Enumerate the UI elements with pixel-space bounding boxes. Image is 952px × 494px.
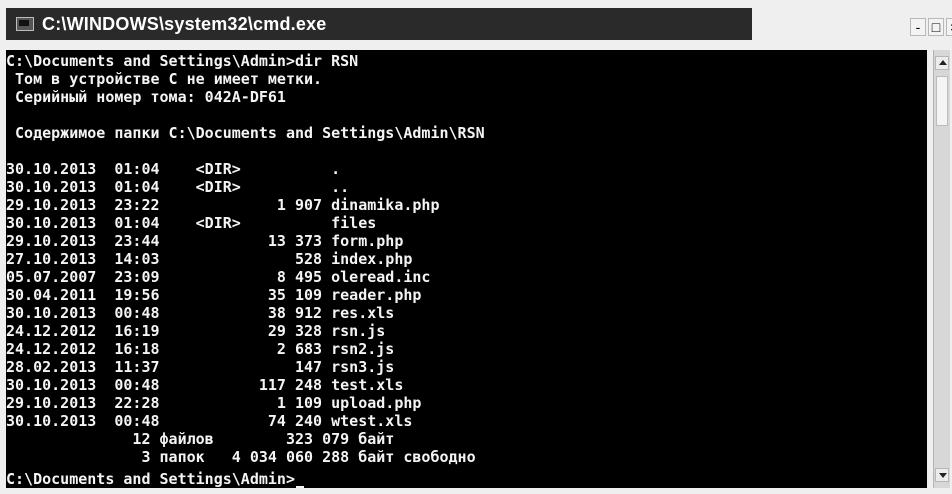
close-button[interactable]: × [946, 18, 952, 36]
file-row: 29.10.2013 23:22 1 907 dinamika.php [6, 196, 440, 214]
file-row: 30.10.2013 00:48 117 248 test.xls [6, 376, 404, 394]
folder-contents-line: Содержимое папки C:\Documents and Settin… [6, 124, 485, 142]
window-controls: - □ × [910, 18, 952, 36]
current-prompt: C:\Documents and Settings\Admin> [6, 470, 304, 488]
scroll-thumb[interactable] [936, 76, 948, 126]
file-row: 29.10.2013 23:44 13 373 form.php [6, 232, 404, 250]
file-row: 29.10.2013 22:28 1 109 upload.php [6, 394, 422, 412]
file-row: 05.07.2007 23:09 8 495 oleread.inc [6, 268, 431, 286]
file-row: 28.02.2013 11:37 147 rsn3.js [6, 358, 395, 376]
file-row: 30.10.2013 01:04 <DIR> files [6, 214, 377, 232]
file-row: 30.10.2013 00:48 38 912 res.xls [6, 304, 395, 322]
serial-line: Серийный номер тома: 042A-DF61 [6, 88, 286, 106]
scroll-up-button[interactable] [935, 56, 949, 70]
vertical-scrollbar[interactable] [933, 50, 950, 488]
volume-label-line: Том в устройстве C не имеет метки. [6, 70, 323, 88]
arrow-down-icon [939, 473, 947, 478]
window-title: C:\WINDOWS\system32\cmd.exe [42, 13, 327, 34]
files-summary: 12 файлов 323 079 байт [6, 430, 395, 448]
file-row: 27.10.2013 14:03 528 index.php [6, 250, 413, 268]
file-row: 30.10.2013 01:04 <DIR> . [6, 160, 341, 178]
file-row: 24.12.2012 16:19 29 328 rsn.js [6, 322, 386, 340]
cmd-window: C:\WINDOWS\system32\cmd.exe - □ × C:\Doc… [0, 0, 952, 494]
prompt-text: C:\Documents and Settings\Admin> [6, 470, 295, 488]
minimize-button[interactable]: - [910, 18, 926, 36]
arrow-up-icon [939, 60, 947, 65]
cmd-icon [16, 17, 34, 31]
prompt-line: C:\Documents and Settings\Admin>dir RSN [6, 52, 359, 70]
maximize-button[interactable]: □ [928, 18, 944, 36]
file-row: 30.04.2011 19:56 35 109 reader.php [6, 286, 422, 304]
title-bar[interactable]: C:\WINDOWS\system32\cmd.exe [6, 8, 752, 40]
text-cursor [295, 486, 304, 488]
dirs-summary: 3 папок 4 034 060 288 байт свободно [6, 448, 476, 466]
file-row: 30.10.2013 01:04 <DIR> .. [6, 178, 350, 196]
scroll-down-button[interactable] [935, 468, 949, 482]
file-row: 30.10.2013 00:48 74 240 wtest.xls [6, 412, 413, 430]
console-output[interactable]: C:\Documents and Settings\Admin>dir RSN … [6, 50, 927, 488]
file-row: 24.12.2012 16:18 2 683 rsn2.js [6, 340, 395, 358]
